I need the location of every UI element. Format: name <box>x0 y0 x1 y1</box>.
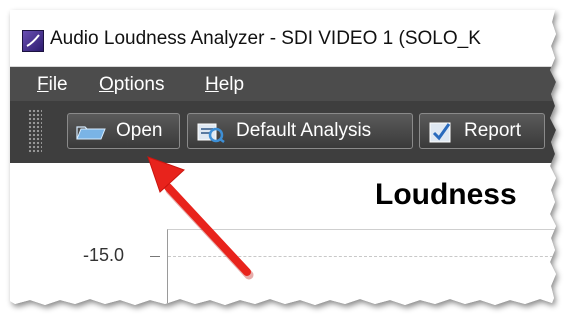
report-button[interactable]: Report <box>419 113 545 149</box>
menu-help-label: elp <box>218 74 245 95</box>
open-button-label: Open <box>116 120 163 141</box>
plot-area <box>167 229 556 305</box>
analysis-icon <box>195 121 225 148</box>
screenshot-frame: Audio Loudness Analyzer - SDI VIDEO 1 (S… <box>0 0 566 317</box>
menu-help-mnemonic: H <box>205 74 219 95</box>
menu-file[interactable]: File <box>37 74 68 96</box>
report-check-icon <box>427 121 455 148</box>
y-axis-tick-mark <box>150 256 160 257</box>
screenshot-clip: Audio Loudness Analyzer - SDI VIDEO 1 (S… <box>10 10 556 305</box>
menu-options-mnemonic: O <box>99 74 114 95</box>
default-analysis-button[interactable]: Default Analysis <box>187 113 413 149</box>
window-title: Audio Loudness Analyzer - SDI VIDEO 1 (S… <box>50 28 481 49</box>
folder-open-icon <box>75 121 109 148</box>
menu-help[interactable]: Help <box>205 74 244 96</box>
menu-file-mnemonic: F <box>37 74 49 95</box>
report-button-label: Report <box>464 120 522 141</box>
default-analysis-button-label: Default Analysis <box>236 120 372 141</box>
toolbar-grip-handle[interactable] <box>28 109 42 154</box>
menu-file-label: ile <box>48 74 68 95</box>
app-icon <box>22 30 44 52</box>
open-button[interactable]: Open <box>67 113 180 149</box>
toolbar: Open Default Analysis Report <box>10 101 556 163</box>
gridline <box>168 256 556 257</box>
menu-options[interactable]: Options <box>99 74 164 96</box>
y-axis-tick-label: -15.0 <box>83 245 125 265</box>
chart-title: Loudness <box>375 178 517 211</box>
menu-bar: File Options Help <box>10 67 556 101</box>
menu-options-label: ptions <box>113 74 165 95</box>
